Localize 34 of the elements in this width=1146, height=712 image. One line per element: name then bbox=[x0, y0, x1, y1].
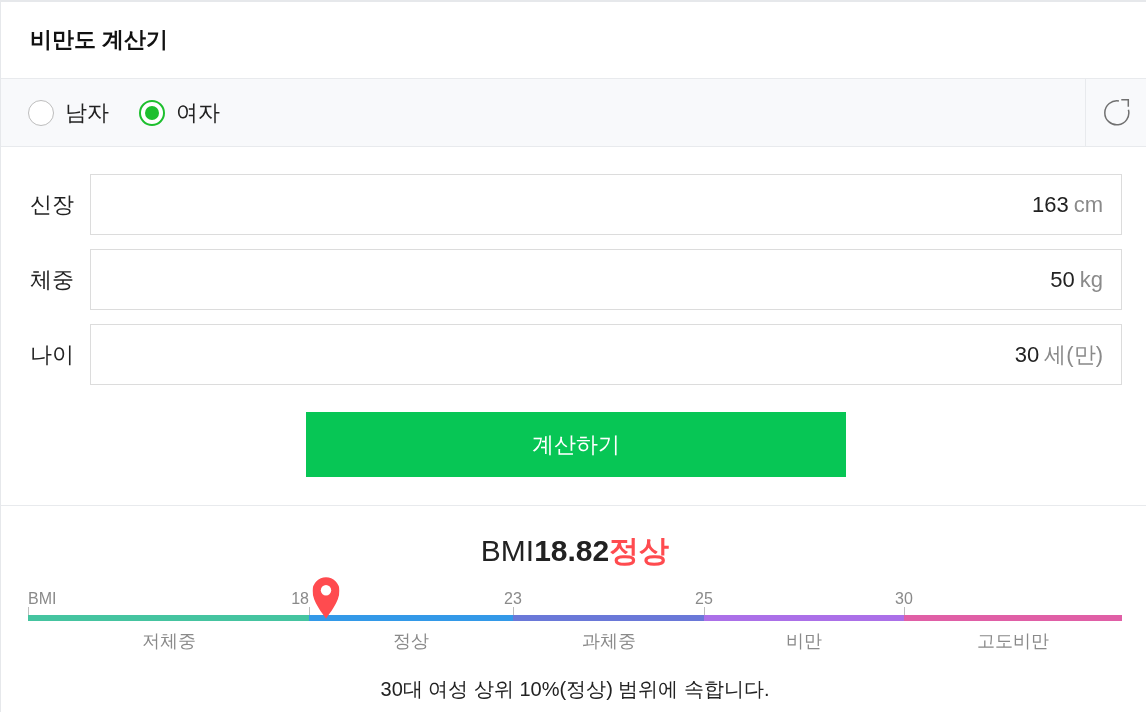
tick-mark bbox=[704, 607, 705, 615]
bmi-label: BMI bbox=[480, 534, 535, 567]
category-label: 비만 bbox=[786, 630, 822, 652]
field-label: 신장 bbox=[30, 190, 75, 219]
bmi-category: 정상 bbox=[609, 534, 670, 567]
field-label: 체중 bbox=[30, 265, 75, 294]
radio-button[interactable] bbox=[139, 99, 165, 126]
result-message: 30대 여성 상위 10%(정상) 범위에 속합니다. bbox=[379, 677, 771, 702]
category-label: 과체중 bbox=[581, 630, 636, 652]
input-field[interactable]: 163 cm bbox=[90, 174, 1122, 235]
tick-mark bbox=[309, 607, 310, 615]
bmi-value: 18.82 bbox=[534, 534, 610, 567]
input-field[interactable]: 30 세(만) bbox=[90, 324, 1122, 385]
category-label: 저체중 bbox=[141, 630, 196, 652]
page-title: 비만도 계산기 bbox=[30, 26, 169, 54]
tick-label: BMI bbox=[28, 590, 57, 608]
tick-mark bbox=[513, 607, 514, 615]
input-field[interactable]: 50 kg bbox=[90, 249, 1122, 310]
radio-label[interactable]: 여자 bbox=[176, 98, 220, 127]
tick-label: 18 bbox=[291, 590, 309, 608]
radio-button[interactable] bbox=[28, 99, 54, 126]
tick-mark bbox=[28, 607, 29, 615]
refresh-icon bbox=[1104, 99, 1130, 126]
tick-label: 30 bbox=[895, 590, 913, 608]
category-label: 고도비만 bbox=[977, 630, 1049, 652]
tick-mark bbox=[904, 607, 905, 615]
unit-label: cm bbox=[1073, 191, 1103, 218]
radio-label[interactable]: 남자 bbox=[65, 98, 109, 127]
tick-label: 23 bbox=[504, 590, 522, 608]
unit-label: kg bbox=[1079, 266, 1103, 293]
category-label: 정상 bbox=[393, 630, 429, 652]
field-label: 나이 bbox=[30, 340, 75, 369]
unit-label: 세(만) bbox=[1044, 340, 1103, 369]
tick-label: 25 bbox=[695, 590, 713, 608]
